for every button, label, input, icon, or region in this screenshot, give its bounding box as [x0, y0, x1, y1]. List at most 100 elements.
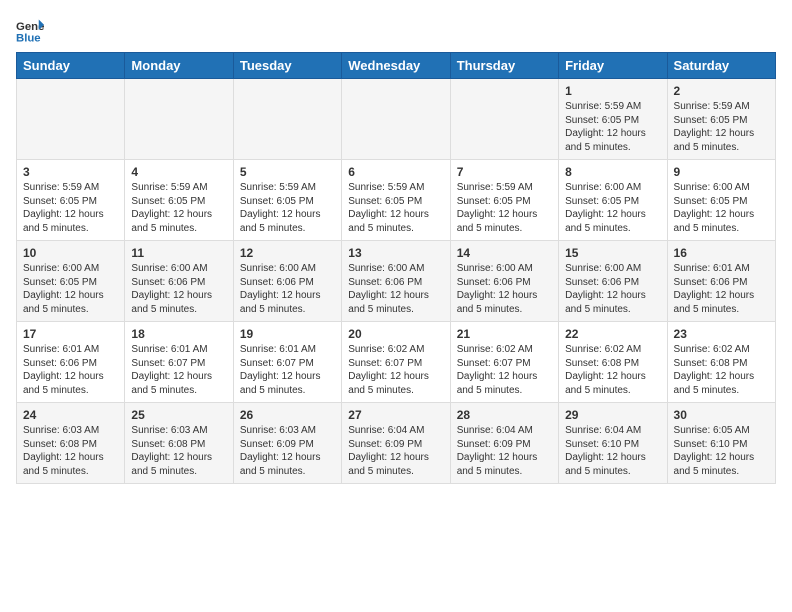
day-number: 27 [348, 408, 443, 422]
day-number: 25 [131, 408, 226, 422]
day-number: 4 [131, 165, 226, 179]
calendar-cell [233, 79, 341, 160]
calendar-cell: 24 Sunrise: 6:03 AMSunset: 6:08 PMDayligh… [17, 403, 125, 484]
calendar-cell: 13 Sunrise: 6:00 AMSunset: 6:06 PMDayligh… [342, 241, 450, 322]
day-number: 19 [240, 327, 335, 341]
day-number: 7 [457, 165, 552, 179]
day-info: Sunrise: 6:00 AMSunset: 6:06 PMDaylight:… [565, 262, 660, 316]
day-header-monday: Monday [125, 53, 233, 79]
day-info: Sunrise: 6:02 AMSunset: 6:07 PMDaylight:… [457, 343, 552, 397]
day-info: Sunrise: 5:59 AMSunset: 6:05 PMDaylight:… [674, 100, 769, 154]
day-number: 11 [131, 246, 226, 260]
calendar-cell [17, 79, 125, 160]
day-info: Sunrise: 6:00 AMSunset: 6:05 PMDaylight:… [565, 181, 660, 235]
calendar-cell: 10 Sunrise: 6:00 AMSunset: 6:05 PMDayligh… [17, 241, 125, 322]
day-info: Sunrise: 6:04 AMSunset: 6:09 PMDaylight:… [457, 424, 552, 478]
calendar-cell: 17Sunrise: 6:01 AMSunset: 6:06 PMDayligh… [17, 322, 125, 403]
day-info: Sunrise: 6:00 AMSunset: 6:05 PMDaylight:… [674, 181, 769, 235]
day-info: Sunrise: 6:00 AMSunset: 6:05 PMDaylight:… [23, 262, 118, 316]
calendar-cell: 6 Sunrise: 5:59 AMSunset: 6:05 PMDaylight… [342, 160, 450, 241]
calendar-cell [342, 79, 450, 160]
calendar-cell: 7 Sunrise: 5:59 AMSunset: 6:05 PMDaylight… [450, 160, 558, 241]
day-info: Sunrise: 5:59 AMSunset: 6:05 PMDaylight:… [457, 181, 552, 235]
day-number: 5 [240, 165, 335, 179]
day-header-tuesday: Tuesday [233, 53, 341, 79]
svg-text:Blue: Blue [16, 32, 41, 44]
day-number: 10 [23, 246, 118, 260]
day-number: 20 [348, 327, 443, 341]
calendar-cell: 19 Sunrise: 6:01 AMSunset: 6:07 PMDayligh… [233, 322, 341, 403]
day-number: 21 [457, 327, 552, 341]
day-info: Sunrise: 6:00 AMSunset: 6:06 PMDaylight:… [131, 262, 226, 316]
day-number: 6 [348, 165, 443, 179]
day-header-wednesday: Wednesday [342, 53, 450, 79]
day-header-saturday: Saturday [667, 53, 775, 79]
day-info: Sunrise: 6:04 AMSunset: 6:09 PMDaylight:… [348, 424, 443, 478]
day-number: 3 [23, 165, 118, 179]
day-number: 8 [565, 165, 660, 179]
day-number: 13 [348, 246, 443, 260]
day-info: Sunrise: 6:01 AMSunset: 6:07 PMDaylight:… [240, 343, 335, 397]
calendar-cell: 25 Sunrise: 6:03 AMSunset: 6:08 PMDayligh… [125, 403, 233, 484]
day-header-sunday: Sunday [17, 53, 125, 79]
day-info: Sunrise: 6:02 AMSunset: 6:07 PMDaylight:… [348, 343, 443, 397]
day-number: 24 [23, 408, 118, 422]
day-number: 16 [674, 246, 769, 260]
calendar-cell: 28Sunrise: 6:04 AMSunset: 6:09 PMDayligh… [450, 403, 558, 484]
calendar-cell: 8 Sunrise: 6:00 AMSunset: 6:05 PMDaylight… [559, 160, 667, 241]
day-info: Sunrise: 5:59 AMSunset: 6:05 PMDaylight:… [23, 181, 118, 235]
header: General Blue [16, 16, 776, 44]
calendar-cell: 9 Sunrise: 6:00 AMSunset: 6:05 PMDaylight… [667, 160, 775, 241]
calendar-cell: 5 Sunrise: 5:59 AMSunset: 6:05 PMDaylight… [233, 160, 341, 241]
calendar-cell: 14 Sunrise: 6:00 AMSunset: 6:06 PMDayligh… [450, 241, 558, 322]
day-info: Sunrise: 6:05 AMSunset: 6:10 PMDaylight:… [674, 424, 769, 478]
day-number: 26 [240, 408, 335, 422]
day-info: Sunrise: 6:03 AMSunset: 6:08 PMDaylight:… [23, 424, 118, 478]
calendar-cell: 16 Sunrise: 6:01 AMSunset: 6:06 PMDayligh… [667, 241, 775, 322]
logo-icon: General Blue [16, 16, 44, 44]
calendar-cell [125, 79, 233, 160]
day-number: 18 [131, 327, 226, 341]
day-number: 2 [674, 84, 769, 98]
calendar-cell: 22 Sunrise: 6:02 AMSunset: 6:08 PMDayligh… [559, 322, 667, 403]
calendar-cell: 2 Sunrise: 5:59 AMSunset: 6:05 PMDaylight… [667, 79, 775, 160]
calendar-cell: 15 Sunrise: 6:00 AMSunset: 6:06 PMDayligh… [559, 241, 667, 322]
calendar-cell: 18 Sunrise: 6:01 AMSunset: 6:07 PMDayligh… [125, 322, 233, 403]
calendar-cell: 12 Sunrise: 6:00 AMSunset: 6:06 PMDayligh… [233, 241, 341, 322]
day-info: Sunrise: 6:03 AMSunset: 6:09 PMDaylight:… [240, 424, 335, 478]
day-number: 15 [565, 246, 660, 260]
day-number: 14 [457, 246, 552, 260]
day-info: Sunrise: 6:02 AMSunset: 6:08 PMDaylight:… [674, 343, 769, 397]
day-info: Sunrise: 6:00 AMSunset: 6:06 PMDaylight:… [240, 262, 335, 316]
day-info: Sunrise: 6:02 AMSunset: 6:08 PMDaylight:… [565, 343, 660, 397]
calendar-table: SundayMondayTuesdayWednesdayThursdayFrid… [16, 52, 776, 484]
day-number: 9 [674, 165, 769, 179]
calendar-cell: 4 Sunrise: 5:59 AMSunset: 6:05 PMDaylight… [125, 160, 233, 241]
calendar-cell: 21 Sunrise: 6:02 AMSunset: 6:07 PMDayligh… [450, 322, 558, 403]
calendar-cell: 27 Sunrise: 6:04 AMSunset: 6:09 PMDayligh… [342, 403, 450, 484]
day-info: Sunrise: 5:59 AMSunset: 6:05 PMDaylight:… [565, 100, 660, 154]
logo: General Blue [16, 16, 44, 44]
day-info: Sunrise: 6:00 AMSunset: 6:06 PMDaylight:… [348, 262, 443, 316]
day-number: 12 [240, 246, 335, 260]
day-info: Sunrise: 6:03 AMSunset: 6:08 PMDaylight:… [131, 424, 226, 478]
day-info: Sunrise: 6:01 AMSunset: 6:06 PMDaylight:… [674, 262, 769, 316]
day-info: Sunrise: 5:59 AMSunset: 6:05 PMDaylight:… [348, 181, 443, 235]
calendar-cell: 3 Sunrise: 5:59 AMSunset: 6:05 PMDaylight… [17, 160, 125, 241]
day-number: 1 [565, 84, 660, 98]
day-number: 29 [565, 408, 660, 422]
day-info: Sunrise: 6:04 AMSunset: 6:10 PMDaylight:… [565, 424, 660, 478]
day-number: 22 [565, 327, 660, 341]
calendar-cell [450, 79, 558, 160]
day-info: Sunrise: 5:59 AMSunset: 6:05 PMDaylight:… [131, 181, 226, 235]
day-info: Sunrise: 5:59 AMSunset: 6:05 PMDaylight:… [240, 181, 335, 235]
calendar-cell: 26 Sunrise: 6:03 AMSunset: 6:09 PMDayligh… [233, 403, 341, 484]
calendar-cell: 11 Sunrise: 6:00 AMSunset: 6:06 PMDayligh… [125, 241, 233, 322]
calendar-cell: 30Sunrise: 6:05 AMSunset: 6:10 PMDayligh… [667, 403, 775, 484]
day-header-friday: Friday [559, 53, 667, 79]
calendar-cell: 29 Sunrise: 6:04 AMSunset: 6:10 PMDayligh… [559, 403, 667, 484]
calendar-cell: 20 Sunrise: 6:02 AMSunset: 6:07 PMDayligh… [342, 322, 450, 403]
day-info: Sunrise: 6:01 AMSunset: 6:07 PMDaylight:… [131, 343, 226, 397]
day-header-thursday: Thursday [450, 53, 558, 79]
day-info: Sunrise: 6:00 AMSunset: 6:06 PMDaylight:… [457, 262, 552, 316]
